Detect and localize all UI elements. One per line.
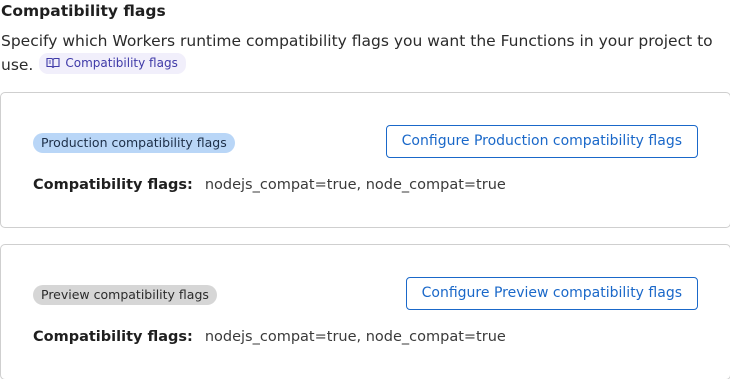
production-badge: Production compatibility flags: [33, 133, 235, 153]
production-flags-row: Compatibility flags: nodejs_compat=true, …: [33, 175, 506, 195]
section-title: Compatibility flags: [1, 2, 166, 20]
preview-flags-card: Preview compatibility flags Configure Pr…: [0, 244, 730, 379]
production-flags-card: Production compatibility flags Configure…: [0, 92, 730, 228]
preview-flags-label: Compatibility flags:: [33, 329, 193, 345]
configure-production-flags-button[interactable]: Configure Production compatibility flags: [385, 125, 698, 158]
production-flags-label: Compatibility flags:: [33, 177, 193, 193]
production-flags-value: nodejs_compat=true, node_compat=true: [204, 177, 506, 193]
docs-link[interactable]: Compatibility flags: [39, 53, 186, 74]
preview-flags-row: Compatibility flags: nodejs_compat=true, …: [33, 327, 506, 347]
compatibility-flags-page: Compatibility flags Specify which Worker…: [0, 0, 730, 379]
configure-preview-flags-button[interactable]: Configure Preview compatibility flags: [405, 277, 698, 310]
book-icon: [46, 57, 60, 69]
section-description: Specify which Workers runtime compatibil…: [1, 30, 729, 77]
preview-badge: Preview compatibility flags: [33, 285, 217, 305]
preview-flags-value: nodejs_compat=true, node_compat=true: [204, 329, 506, 345]
docs-link-label: Compatibility flags: [65, 56, 178, 70]
